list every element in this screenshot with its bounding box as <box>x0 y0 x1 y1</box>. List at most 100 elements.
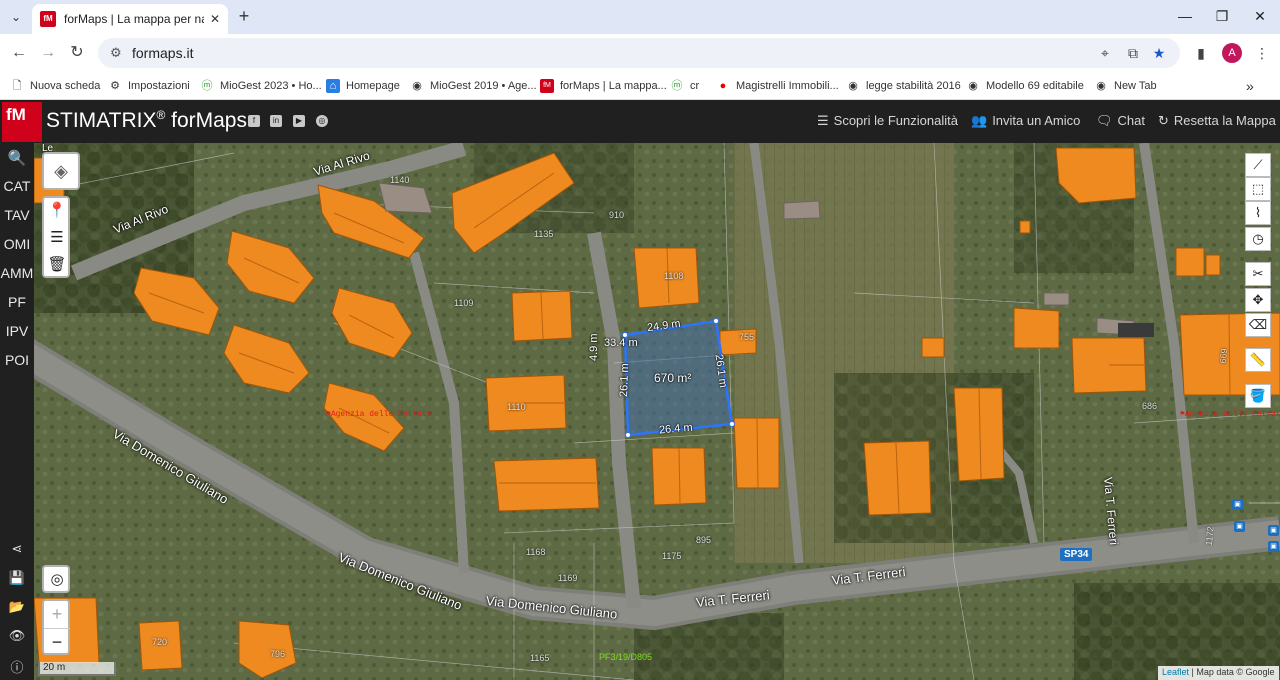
folder-open-icon[interactable]: 📂 <box>0 599 34 615</box>
facebook-icon[interactable]: f <box>248 115 260 127</box>
parcel-number: 796 <box>270 649 286 659</box>
bookmark-item[interactable]: fM forMaps | La mappa... <box>540 77 667 95</box>
locate-control[interactable]: ◎ <box>42 565 70 593</box>
bus-stop-icon[interactable]: ▣ <box>1234 521 1245 532</box>
bookmark-item[interactable]: 🗋 Nuova scheda <box>10 77 101 95</box>
parcel-code-label: PF3/19/D805 <box>599 652 653 662</box>
tab-search-chevron-icon[interactable]: ⌄ <box>6 7 26 27</box>
address-bar[interactable]: ⚙ formaps.it ⌖ ⧉ ★ <box>98 38 1180 68</box>
agency-label[interactable]: ⚑Agenzia delle Entrate <box>1180 409 1280 419</box>
bus-stop-icon[interactable]: ▣ <box>1268 541 1279 552</box>
sidenav-amm[interactable]: AMM <box>0 265 34 281</box>
zoom-out-button[interactable]: − <box>44 628 70 654</box>
draw-polygon-icon[interactable]: ⬚ <box>1245 177 1271 201</box>
bus-stop-icon[interactable]: ▣ <box>1268 525 1279 536</box>
bookmark-item[interactable]: ● Magistrelli Immobili... <box>716 77 839 95</box>
back-arrow-icon[interactable]: ← <box>8 42 30 64</box>
browser-tab-formaps[interactable]: fM forMaps | La mappa per naviga ✕ <box>32 4 228 34</box>
address-url: formaps.it <box>132 45 194 61</box>
bookmark-item[interactable]: ◉ legge stabilità 2016 <box>846 77 961 95</box>
parcel-number: 1172 <box>1203 525 1216 547</box>
youtube-icon[interactable]: ▶ <box>293 115 305 127</box>
sidenav-tav[interactable]: TAV <box>0 207 34 223</box>
sidenav-omi[interactable]: OMI <box>0 236 34 252</box>
sidenav-ipv[interactable]: IPV <box>0 323 34 339</box>
bookmark-item[interactable]: ⓜ MioGest 2023 • Ho... <box>200 77 322 95</box>
tab-close-icon[interactable]: ✕ <box>210 12 220 26</box>
bookmark-item[interactable]: ◉ MioGest 2019 • Age... <box>410 77 536 95</box>
side-panel-icon[interactable]: ▮ <box>1190 42 1212 64</box>
globe-icon: ◉ <box>848 80 858 92</box>
save-icon[interactable]: 💾 <box>0 570 34 586</box>
parcel-number: 1175 <box>662 551 682 561</box>
forward-arrow-icon[interactable]: → <box>37 42 59 64</box>
map-attribution: Leaflet | Map data © Google <box>1158 666 1279 680</box>
globe-icon: ◉ <box>968 80 978 92</box>
bookmark-item[interactable]: ◉ New Tab <box>1094 77 1156 95</box>
map-canvas[interactable]: Via Al Rivo Via Al Rivo Via Domenico Giu… <box>34 143 1280 680</box>
ruler-icon[interactable]: 📏 <box>1245 348 1271 372</box>
gear-icon: ⚙ <box>110 80 120 92</box>
agency-label[interactable]: ⚑Agenzia delle Entrate <box>326 409 432 419</box>
bookmark-item[interactable]: ⌂ Homepage <box>326 77 400 95</box>
list-icon: ☰ <box>817 113 829 128</box>
search-icon[interactable]: 🔍 <box>0 149 34 167</box>
share-icon[interactable]: ⋖ <box>0 541 34 557</box>
chat-link[interactable]: 🗨 Chat <box>1096 113 1145 129</box>
reload-icon[interactable]: ↻ <box>66 42 88 64</box>
bookmarks-overflow-icon[interactable]: » <box>1246 77 1254 95</box>
draw-polyline-icon[interactable]: ⌇ <box>1245 201 1271 225</box>
window-minimize-icon[interactable]: — <box>1170 6 1200 26</box>
miogest-icon: ⓜ <box>671 80 683 92</box>
app-header: fM STIMATRIX® forMaps f in ▶ ◎ ☰ Scopri l… <box>0 100 1280 143</box>
sidenav-pf[interactable]: PF <box>0 294 34 310</box>
homepage-icon: ⌂ <box>326 79 340 93</box>
trash-icon[interactable]: 🗑 <box>44 252 70 278</box>
invite-friend-link[interactable]: 👥 Invita un Amico <box>971 113 1080 129</box>
satellite-map <box>34 143 1280 680</box>
bookmark-item[interactable]: ⓜ cr <box>670 77 700 95</box>
chat-icon: 🗨 <box>1096 113 1113 128</box>
zoom-in-button[interactable]: + <box>44 601 70 627</box>
window-close-icon[interactable]: ✕ <box>1245 6 1275 26</box>
install-app-icon[interactable]: ⧉ <box>1124 44 1142 62</box>
sidenav-cat[interactable]: CAT <box>0 178 34 194</box>
features-link[interactable]: ☰ Scopri le Funzionalità <box>817 113 958 129</box>
measure-left-label: 33.4 m <box>604 337 638 349</box>
parcel-number: 720 <box>152 637 168 647</box>
paint-bucket-icon[interactable]: 🪣 <box>1245 384 1271 408</box>
formaps-favicon-icon: fM <box>40 11 56 27</box>
move-icon[interactable]: ✥ <box>1245 288 1271 312</box>
new-tab-plus-icon[interactable]: + <box>234 6 254 26</box>
info-icon[interactable]: ⓘ <box>0 657 34 676</box>
linkedin-icon[interactable]: in <box>270 115 282 127</box>
bookmark-item[interactable]: ⚙ Impostazioni <box>108 77 190 95</box>
formaps-logo[interactable]: fM <box>2 102 42 142</box>
location-off-icon[interactable]: ⌖ <box>1096 44 1114 62</box>
bookmark-item[interactable]: ◉ Modello 69 editabile <box>966 77 1084 95</box>
list-icon[interactable]: ☰ <box>44 225 70 251</box>
reset-map-link[interactable]: ↻ Resetta la Mappa <box>1158 113 1276 129</box>
bus-stop-icon[interactable]: ▣ <box>1232 499 1243 510</box>
parcel-number: 1165 <box>530 653 550 663</box>
profile-avatar[interactable]: A <box>1222 43 1242 63</box>
draw-circle-icon[interactable]: ◷ <box>1245 227 1271 251</box>
eraser-icon[interactable]: ⌫ <box>1245 313 1271 337</box>
window-restore-icon[interactable]: ❐ <box>1207 6 1237 26</box>
eye-icon[interactable]: 👁 <box>0 628 34 644</box>
parcel-number: 755 <box>739 332 755 342</box>
cut-tool-icon[interactable]: ✂ <box>1245 262 1271 286</box>
bookmark-star-icon[interactable]: ★ <box>1150 44 1168 62</box>
marker-tools: 📍 ☰ 🗑 <box>42 196 70 278</box>
dribbble-icon[interactable]: ◎ <box>316 115 328 127</box>
browser-menu-icon[interactable]: ⋮ <box>1251 42 1273 64</box>
layers-control[interactable]: ◈ <box>42 152 80 190</box>
site-info-icon[interactable]: ⚙ <box>110 45 122 61</box>
leaflet-link[interactable]: Leaflet <box>1162 667 1189 677</box>
map-pin-icon[interactable]: 📍 <box>44 198 70 224</box>
users-icon: 👥 <box>971 113 988 128</box>
sidenav-poi[interactable]: POI <box>0 352 34 368</box>
draw-line-icon[interactable]: ⟋ <box>1245 153 1271 177</box>
globe-icon: ◉ <box>1096 80 1106 92</box>
parcel-number: 1140 <box>390 175 410 185</box>
